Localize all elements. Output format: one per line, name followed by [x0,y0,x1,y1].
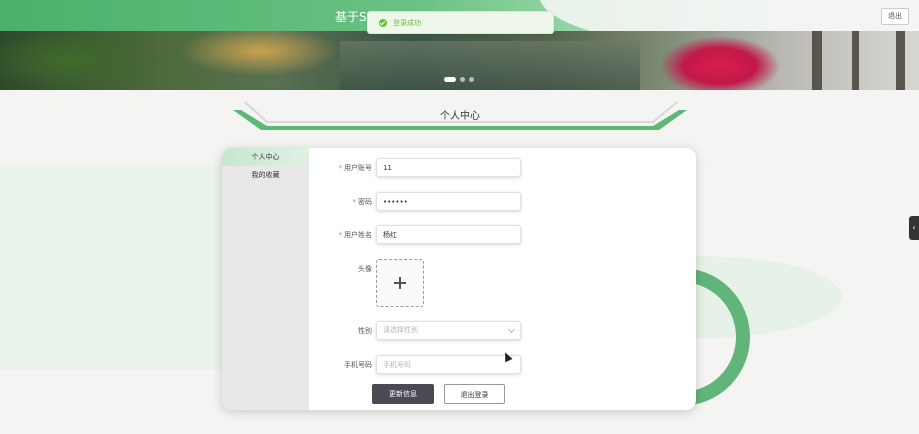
banner-image-water [340,41,640,90]
form-row-password: * 密码 [222,192,696,212]
chevron-left-icon: ‹ [912,223,916,232]
logout-button[interactable]: 退出登录 [444,384,505,404]
gender-label: 性别 [358,327,372,335]
chevron-down-icon [507,325,516,334]
plus-icon [394,277,406,289]
update-info-button[interactable]: 更新信息 [372,384,434,404]
form-row-account: * 用户账号 [222,158,696,178]
name-label: * 用户姓名 [338,231,373,239]
form-row-avatar: 头像 [222,261,696,281]
banner-image-tree [812,31,822,90]
avatar-label: 头像 [358,265,372,273]
account-input[interactable] [376,158,521,177]
name-input[interactable] [376,225,521,244]
profile-card: 个人中心 我的收藏 *用户账号 *密码 *用户姓名 头像 性别 请选择性别 手机… [222,148,696,410]
page-title: 个人中心 [440,111,480,122]
page-title-frame: 个人中心 [233,96,687,136]
banner-image-tree [896,31,905,90]
side-collapse-handle[interactable]: ‹ [909,216,919,240]
top-bar-curve [539,0,919,31]
account-label: * 用户账号 [338,164,373,172]
gender-select-placeholder: 请选择性别 [383,326,418,334]
phone-input[interactable] [376,355,521,374]
carousel-dot[interactable] [469,77,474,82]
carousel-dot[interactable] [444,77,456,82]
header-logout-button[interactable]: 退出 [881,8,909,25]
phone-label: 手机号码 [344,361,372,369]
carousel-dot[interactable] [460,77,465,82]
password-label: * 密码 [352,198,373,206]
carousel-indicators [444,77,474,82]
form-row-name: * 用户姓名 [222,225,696,245]
gender-select[interactable]: 请选择性别 [376,321,521,340]
form-row-gender: 性别 请选择性别 [222,321,696,341]
success-check-icon [379,18,387,27]
form-row-phone: 手机号码 [222,355,696,375]
success-toast: 登录成功 [367,11,554,34]
avatar-upload[interactable] [376,259,424,307]
banner-image-tree [852,31,859,90]
password-input[interactable] [376,192,521,211]
toast-message: 登录成功 [393,18,421,27]
